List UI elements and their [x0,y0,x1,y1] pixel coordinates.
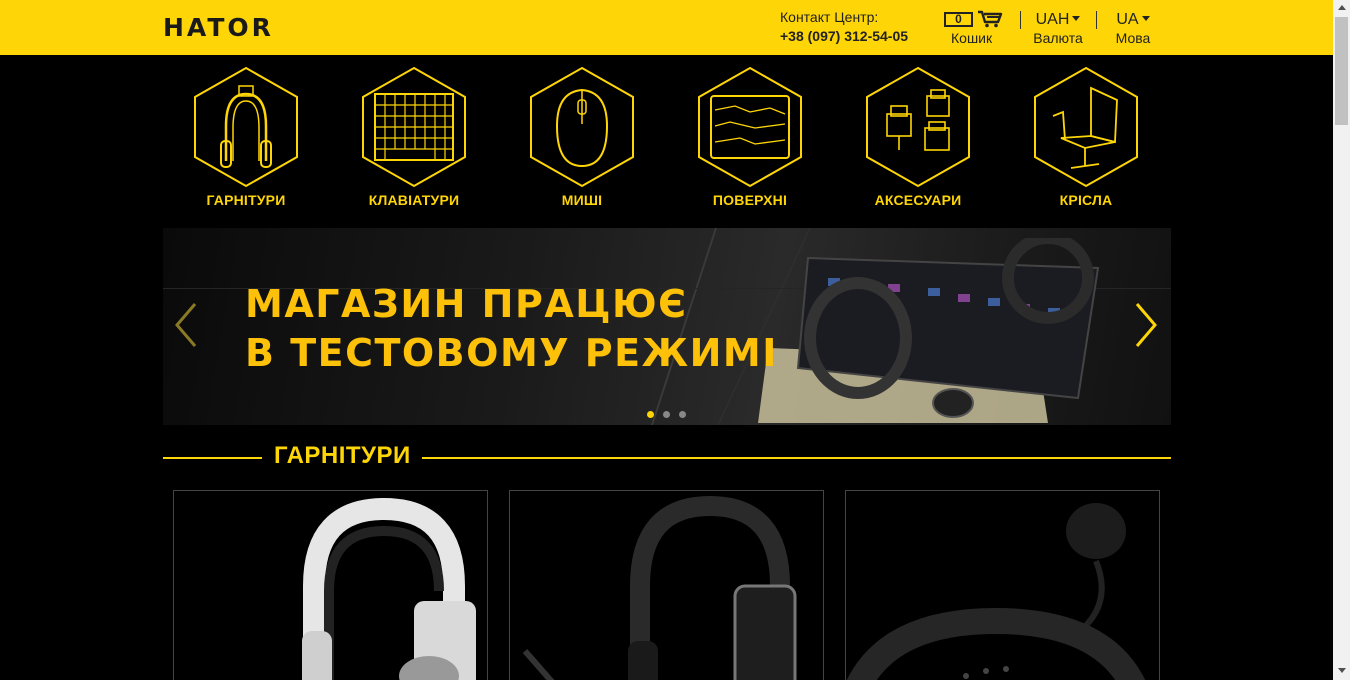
carousel-dot[interactable] [647,411,654,418]
chevron-left-icon[interactable] [173,302,199,348]
scroll-up-arrow-icon[interactable] [1338,5,1346,10]
product-image [302,497,476,680]
chevron-down-icon [1072,16,1081,21]
logo-wordmark: HATOR [163,14,274,40]
product-card[interactable] [509,490,824,680]
svg-text:HATOR: HATOR [163,14,274,40]
category-accessories[interactable]: АКСЕСУАРИ [853,66,983,208]
carousel-dot[interactable] [679,411,686,418]
accessories-icon [866,66,970,188]
cart-label: Кошик [951,30,993,46]
contact-label: Контакт Центр: [780,9,879,25]
product-card[interactable] [173,490,488,680]
product-card[interactable] [845,490,1160,680]
cart-count-badge: 0 [944,12,973,27]
chevron-down-icon [1141,16,1150,21]
language-value: UA [1112,10,1154,30]
cart-button[interactable]: 0 Кошик [943,10,1003,46]
section-title: ГАРНІТУРИ [274,442,411,469]
category-headsets[interactable]: ГАРНІТУРИ [181,66,311,208]
currency-value: UAH [1031,10,1085,30]
category-label: КЛАВІАТУРИ [368,192,460,208]
product-image [522,495,797,680]
promo-banner-carousel[interactable]: МАГАЗИН ПРАЦЮЄ В ТЕСТОВОМУ РЕЖИМІ [163,228,1171,425]
section-rule [163,457,262,459]
carousel-dot[interactable] [663,411,670,418]
chair-icon [1034,66,1138,188]
hator-logo[interactable]: HATOR [163,14,305,40]
category-mousepads[interactable]: ПОВЕРХНІ [685,66,815,208]
carousel-dots [647,405,695,423]
section-rule [422,457,1171,459]
banner-headline: МАГАЗИН ПРАЦЮЄ В ТЕСТОВОМУ РЕЖИМІ [245,280,778,378]
currency-label: Валюта [1033,30,1083,46]
category-label: ГАРНІТУРИ [206,192,286,208]
mouse-icon [530,66,634,188]
currency-dropdown[interactable]: UAH Валюта [1031,10,1085,46]
category-label: ПОВЕРХНІ [712,192,788,208]
chevron-right-icon[interactable] [1133,302,1159,348]
category-label: АКСЕСУАРИ [874,192,962,208]
banner-product-image [758,238,1100,423]
category-chairs[interactable]: КРІСЛА [1021,66,1151,208]
site-header: HATOR Контакт Центр: +38 (097) 312-54-05… [0,0,1333,55]
scrollbar-thumb[interactable] [1335,17,1348,125]
banner-line-2: В ТЕСТОВОМУ РЕЖИМІ [245,331,778,375]
contact-center: Контакт Центр: +38 (097) 312-54-05 [780,9,908,46]
category-label: КРІСЛА [1059,192,1113,208]
keyboard-icon [362,66,466,188]
language-label: Мова [1115,30,1151,46]
category-label: МИШІ [561,192,603,208]
header-divider [1096,11,1097,29]
header-divider [1020,11,1021,29]
contact-phone[interactable]: +38 (097) 312-54-05 [780,26,908,46]
page-scrollbar[interactable] [1333,0,1350,680]
banner-line-1: МАГАЗИН ПРАЦЮЄ [245,282,688,326]
product-image [846,503,1146,680]
scroll-down-arrow-icon[interactable] [1338,668,1346,673]
category-mice[interactable]: МИШІ [517,66,647,208]
headset-icon [194,66,298,188]
mousepad-icon [698,66,802,188]
language-dropdown[interactable]: UA Мова [1112,10,1154,46]
category-keyboards[interactable]: КЛАВІАТУРИ [349,66,479,208]
section-heading: ГАРНІТУРИ [163,440,1171,474]
